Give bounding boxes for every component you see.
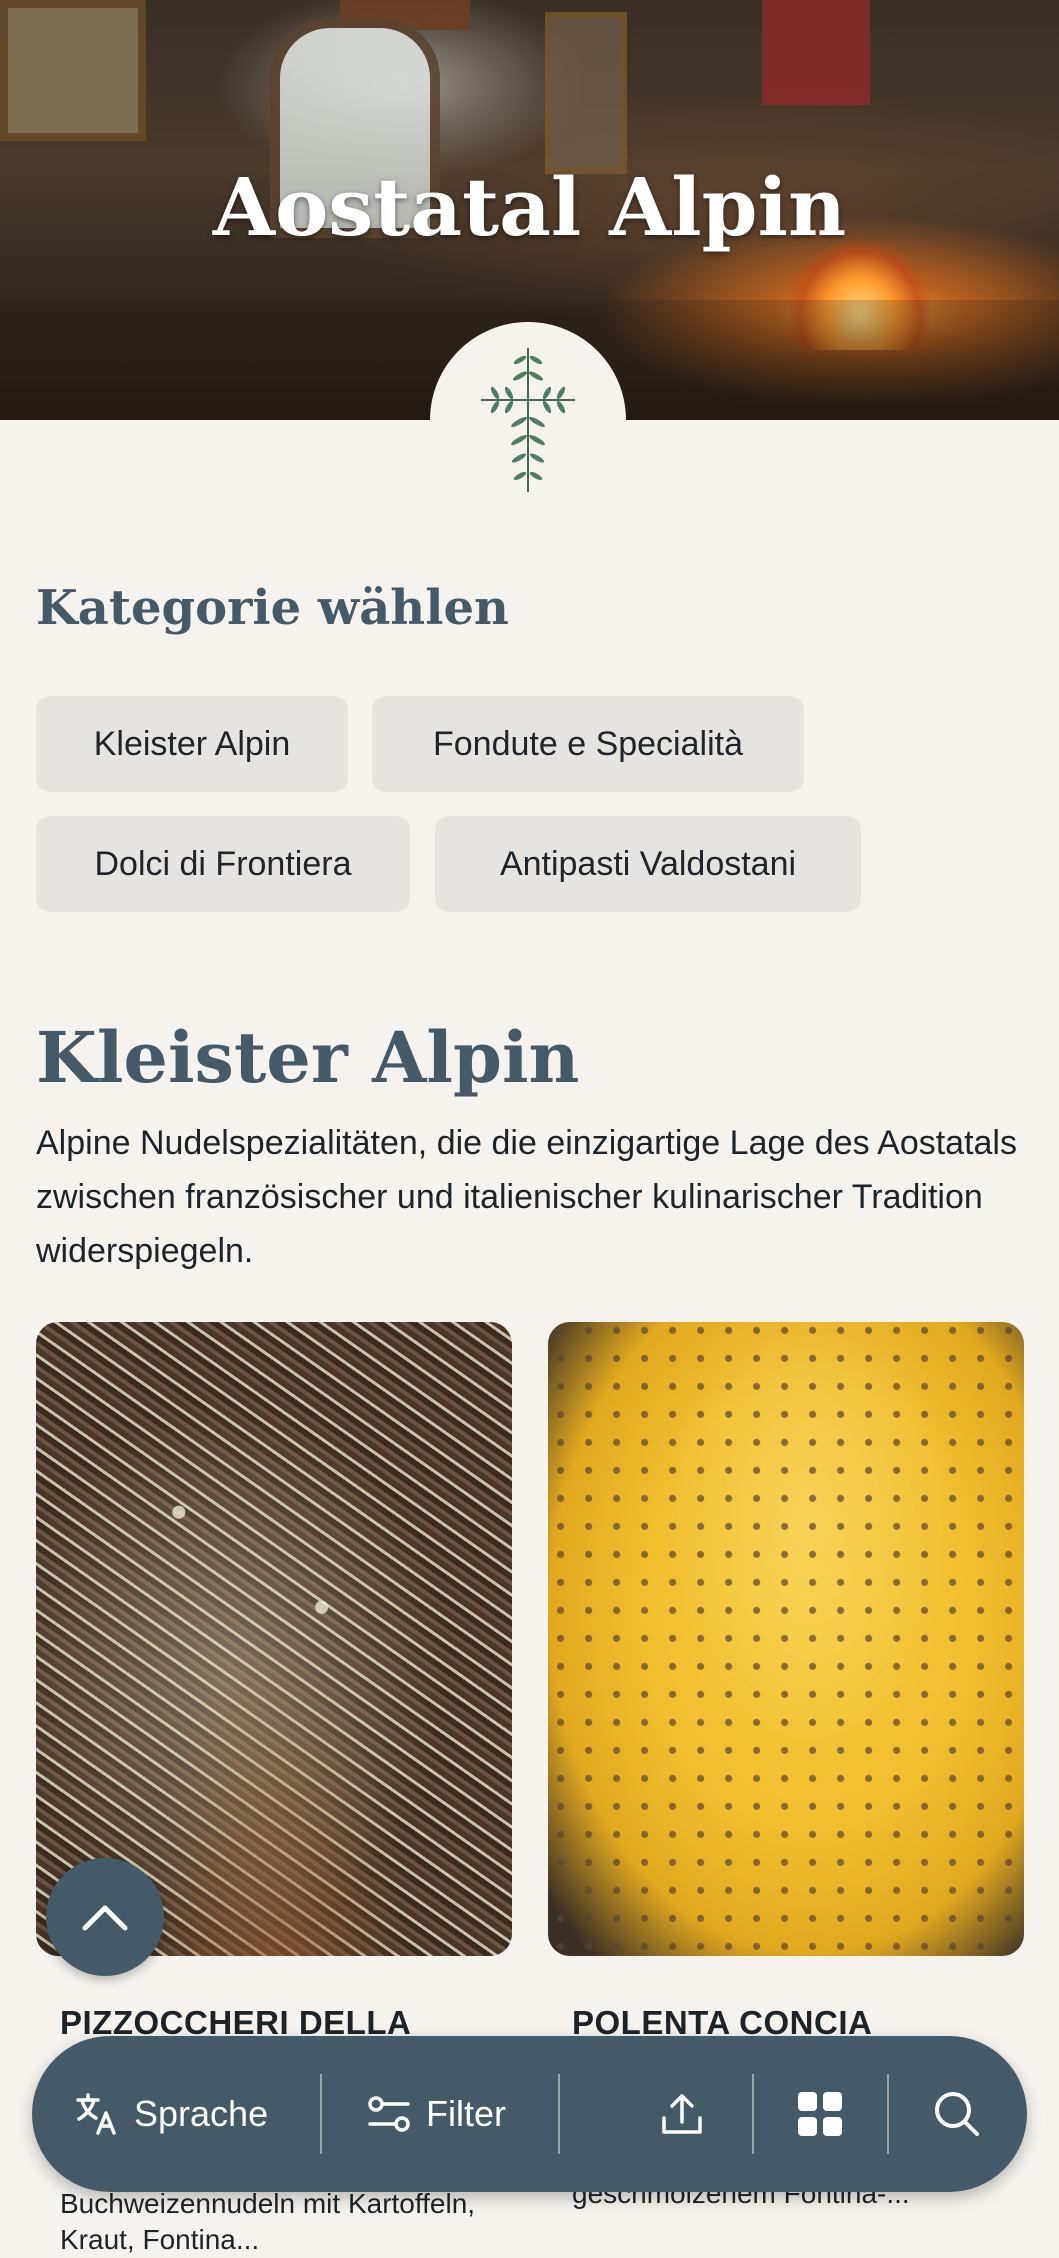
category-chip-antipasti[interactable]: Antipasti Valdostani bbox=[435, 816, 861, 912]
grid-view-icon bbox=[798, 2092, 842, 2136]
hero-banner-flag bbox=[762, 0, 870, 105]
toolbar-divider bbox=[320, 2074, 322, 2154]
filter-label: Filter bbox=[426, 2093, 506, 2134]
chevron-up-icon bbox=[82, 1905, 128, 1931]
dish-description: Buchweizennudeln mit Kartoffeln, Kraut, … bbox=[60, 2188, 476, 2255]
scroll-to-top-button[interactable] bbox=[46, 1858, 164, 1976]
hero-painting-2 bbox=[545, 12, 627, 174]
page-title: Aostatal Alpin bbox=[212, 160, 847, 254]
grid-view-button[interactable] bbox=[796, 2036, 844, 2192]
category-heading: Kategorie wählen bbox=[36, 580, 509, 636]
category-title: Kleister Alpin bbox=[36, 1016, 580, 1099]
dish-image-polenta[interactable] bbox=[548, 1322, 1024, 1956]
filter-sliders-icon bbox=[368, 2096, 410, 2132]
herb-cross-icon bbox=[481, 348, 575, 492]
toolbar-divider bbox=[887, 2074, 889, 2154]
search-icon bbox=[935, 2092, 979, 2136]
search-button[interactable] bbox=[932, 2036, 982, 2192]
language-button[interactable]: Sprache bbox=[74, 2036, 268, 2192]
restaurant-logo bbox=[430, 322, 626, 518]
toolbar-divider bbox=[558, 2074, 560, 2154]
category-chip-kleister-alpin[interactable]: Kleister Alpin bbox=[36, 696, 348, 792]
language-label: Sprache bbox=[134, 2093, 269, 2134]
share-upload-icon bbox=[662, 2094, 702, 2134]
category-chip-fondute[interactable]: Fondute e Specialità bbox=[372, 696, 804, 792]
category-chip-dolci[interactable]: Dolci di Frontiera bbox=[36, 816, 410, 912]
hero-painting bbox=[0, 0, 146, 141]
bottom-toolbar: Sprache Filter bbox=[32, 2036, 1027, 2192]
share-button[interactable] bbox=[658, 2036, 706, 2192]
toolbar-divider bbox=[752, 2074, 754, 2154]
filter-button[interactable]: Filter bbox=[366, 2036, 506, 2192]
translate-icon bbox=[76, 2093, 116, 2135]
category-description: Alpine Nudelspezialitäten, die die einzi… bbox=[36, 1124, 1017, 1270]
